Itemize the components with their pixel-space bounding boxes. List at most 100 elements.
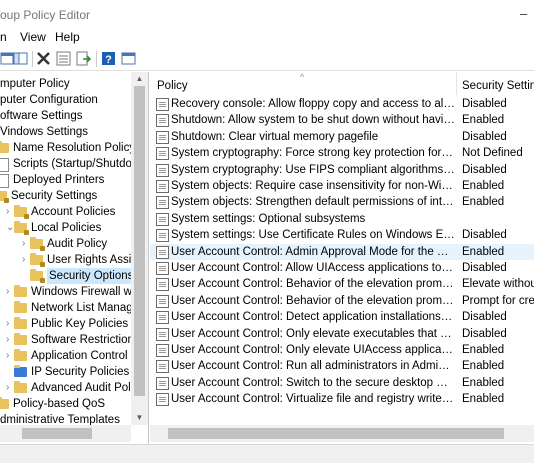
export-icon[interactable] [75,50,92,67]
chevron-right-icon[interactable]: › [6,332,14,348]
policy-row[interactable]: User Account Control: Only elevate UIAcc… [150,342,534,358]
view-icon[interactable] [120,50,137,67]
title-bar: oup Policy Editor – [0,0,534,28]
menu-view[interactable]: View [20,30,46,44]
policy-row[interactable]: System settings: Use Certificate Rules o… [150,227,534,243]
policy-row[interactable]: Shutdown: Allow system to be shut down w… [150,112,534,128]
policy-row[interactable]: User Account Control: Behavior of the el… [150,276,534,292]
column-header-security-setting[interactable]: Security Setting [462,72,534,96]
policy-name: System objects: Strengthen default permi… [171,196,455,209]
printer-icon [0,174,9,188]
policy-row[interactable]: System cryptography: Use FIPS compliant … [150,162,534,178]
column-header-policy[interactable]: Policy [157,72,188,96]
chevron-down-icon[interactable]: ⌄ [6,220,14,236]
policy-row[interactable]: System settings: Optional subsystems [150,211,534,227]
scroll-thumb[interactable] [22,428,92,439]
policy-row[interactable]: User Account Control: Allow UIAccess app… [150,260,534,276]
policy-security-setting: Disabled [462,229,507,242]
policy-setting-icon [156,262,169,275]
tree-item-security-settings[interactable]: Security Settings [0,188,97,204]
policy-setting-icon [156,327,169,341]
policy-row[interactable]: System objects: Require case insensitivi… [150,178,534,194]
tree-item-scripts[interactable]: Scripts (Startup/Shutdown [0,156,147,172]
folder-icon [0,141,9,153]
policy-row[interactable]: System cryptography: Force strong key pr… [150,145,534,161]
scroll-thumb[interactable] [134,86,145,396]
tree-item-security-options[interactable]: Security Options [30,268,136,284]
security-folder-icon [30,269,45,283]
scroll-thumb[interactable] [168,428,504,439]
policy-row[interactable]: User Account Control: Only elevate execu… [150,326,534,342]
chevron-right-icon[interactable]: › [6,316,14,332]
folder-icon [14,381,27,393]
tree-item-advanced-audit-policy[interactable]: › Advanced Audit Policy [6,380,145,396]
policy-setting-icon [156,212,169,226]
tree-item-name-resolution-policy[interactable]: Name Resolution Policy [0,140,135,156]
policy-security-setting: Enabled [462,393,505,406]
policy-row[interactable]: Shutdown: Clear virtual memory pagefile D… [150,129,534,145]
chevron-right-icon[interactable]: › [6,284,14,300]
tree-item-windows-firewall[interactable]: › Windows Firewall with [6,284,144,300]
policy-row[interactable]: User Account Control: Admin Approval Mod… [150,243,534,260]
menu-help[interactable]: Help [55,30,80,44]
policy-name: User Account Control: Behavior of the el… [171,294,455,307]
tree-item-user-rights-assignment[interactable]: › User Rights Assignr [22,252,148,268]
chevron-right-icon[interactable]: › [6,380,14,396]
policy-setting-icon [156,245,169,259]
help-icon[interactable]: ? [100,50,117,67]
tree-item-windows-settings[interactable]: Vindows Settings [0,124,88,140]
tree-item-software-restriction[interactable]: › Software Restriction Po [6,332,148,348]
tree-item-computer-policy[interactable]: mputer Policy [0,76,70,92]
chevron-right-icon[interactable]: › [6,348,14,364]
tree-item-application-control[interactable]: › Application Control Po [6,348,145,364]
policy-row[interactable]: User Account Control: Detect application… [150,309,534,325]
policy-security-setting: Disabled [462,327,507,340]
chevron-right-icon[interactable]: › [6,204,14,220]
policy-security-setting: Enabled [462,196,505,209]
policy-row[interactable]: System objects: Strengthen default permi… [150,194,534,210]
chevron-right-icon[interactable]: › [22,236,30,252]
policy-row[interactable]: User Account Control: Behavior of the el… [150,293,534,309]
tree-item-network-list-manager[interactable]: Network List Manager I [14,300,148,316]
menu-action[interactable]: n [0,30,7,44]
column-divider[interactable] [456,72,457,96]
policy-setting-icon [156,294,169,308]
menu-bar: n View Help [0,30,534,46]
tree-item-ip-security-policies[interactable]: IP Security Policies on L [14,364,148,380]
chevron-right-icon[interactable]: › [22,252,30,268]
tree-vertical-scrollbar[interactable]: ▲ ▼ [131,72,148,425]
policy-name: User Account Control: Admin Approval Mod… [171,245,455,258]
scroll-down-arrow-icon[interactable]: ▼ [131,411,148,425]
folder-icon [14,349,27,361]
policy-name: User Account Control: Switch to the secu… [171,376,455,389]
delete-icon[interactable] [35,50,52,67]
scroll-up-arrow-icon[interactable]: ▲ [131,72,148,86]
show-hide-tree-icon[interactable] [12,50,29,67]
tree-item-local-policies[interactable]: ⌄ Local Policies [6,220,101,236]
policy-setting-icon [156,114,169,128]
list-horizontal-scrollbar[interactable] [150,425,534,442]
policy-row[interactable]: Recovery console: Allow floppy copy and … [150,96,534,112]
tree-item-computer-configuration[interactable]: puter Configuration [0,92,98,108]
tree-item-policy-based-qos[interactable]: Policy-based QoS [0,396,105,412]
policy-name: User Account Control: Only elevate execu… [171,327,455,340]
policy-name: Shutdown: Allow system to be shut down w… [171,114,455,127]
policy-setting-icon [156,360,169,374]
policy-setting-icon [156,311,169,325]
policy-row[interactable]: User Account Control: Switch to the secu… [150,375,534,391]
toolbar-separator [32,51,33,67]
tree-horizontal-scrollbar[interactable] [0,425,131,442]
policy-setting-icon [156,163,169,177]
policy-setting-icon [156,147,169,161]
tree-item-software-settings[interactable]: oftware Settings [0,108,82,124]
policy-name: User Account Control: Allow UIAccess app… [171,262,455,274]
policy-row[interactable]: User Account Control: Virtualize file an… [150,391,534,407]
properties-icon[interactable] [55,50,72,67]
minimize-button[interactable]: – [520,6,527,21]
tree-item-deployed-printers[interactable]: Deployed Printers [0,172,104,188]
tree-item-audit-policy[interactable]: › Audit Policy [22,236,107,252]
tree-item-public-key-policies[interactable]: › Public Key Policies [6,316,128,332]
folder-icon [14,317,27,329]
tree-item-account-policies[interactable]: › Account Policies [6,204,115,220]
policy-row[interactable]: User Account Control: Run all administra… [150,358,534,374]
